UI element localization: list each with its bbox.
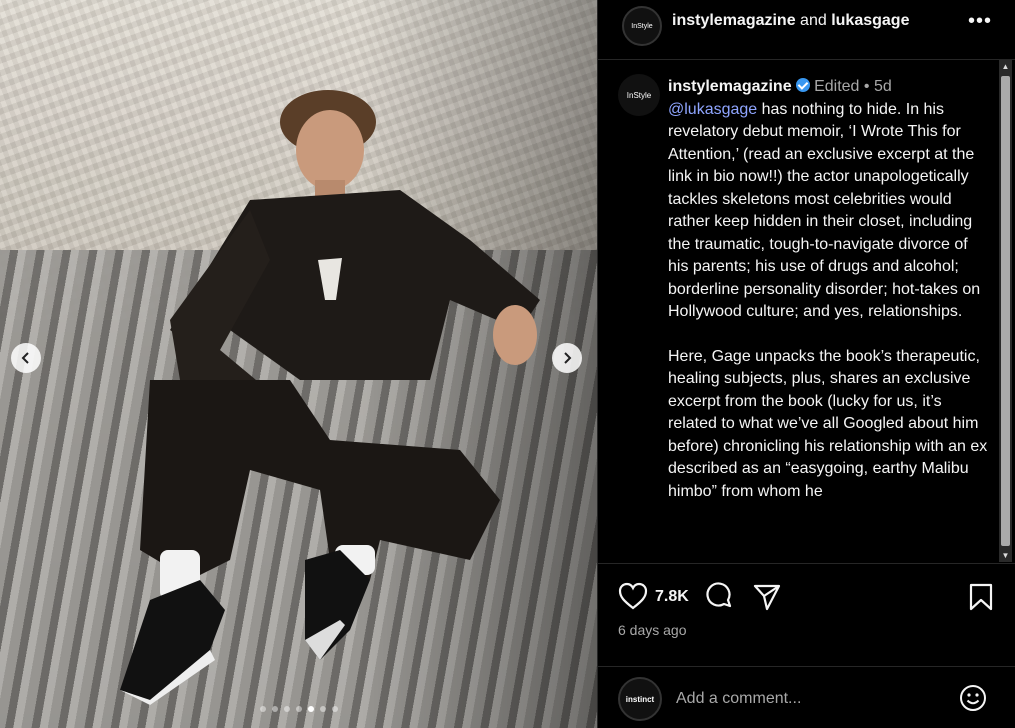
person-figure bbox=[120, 90, 540, 705]
mention-link[interactable]: @lukasgage bbox=[668, 101, 757, 118]
comment-bar: instinct bbox=[598, 666, 1015, 728]
caption-scrollbar[interactable]: ▲ ▼ bbox=[999, 60, 1012, 562]
post-age: 5d bbox=[873, 78, 892, 95]
carousel-dot bbox=[307, 706, 314, 712]
scrollbar-thumb[interactable] bbox=[1001, 76, 1010, 546]
chevron-right-icon bbox=[564, 352, 572, 364]
share-send-icon[interactable] bbox=[752, 582, 782, 612]
carousel-dot bbox=[271, 706, 278, 712]
caption-username[interactable]: instylemagazine bbox=[668, 78, 792, 95]
post-timestamp[interactable]: 6 days ago bbox=[618, 622, 687, 638]
scroll-down-icon[interactable]: ▼ bbox=[999, 549, 1012, 562]
comment-icon[interactable] bbox=[704, 582, 734, 612]
like-count[interactable]: 7.8K bbox=[655, 588, 689, 606]
next-image-button[interactable] bbox=[552, 343, 582, 373]
caption-text: instylemagazine Edited • 5d @lukasgage h… bbox=[668, 76, 988, 503]
edited-label: Edited bbox=[814, 78, 860, 95]
carousel-indicator bbox=[0, 706, 597, 712]
previous-image-button[interactable] bbox=[11, 343, 41, 373]
caption-paragraph-2: Here, Gage unpacks the book’s therapeuti… bbox=[668, 347, 988, 500]
current-user-avatar[interactable]: instinct bbox=[618, 677, 662, 721]
emoji-icon[interactable] bbox=[958, 683, 988, 713]
save-bookmark-icon[interactable] bbox=[968, 582, 994, 612]
action-bar: 7.8K bbox=[598, 563, 1015, 623]
like-heart-icon[interactable] bbox=[618, 582, 648, 610]
more-options-icon[interactable]: ••• bbox=[968, 10, 992, 33]
verified-badge-icon bbox=[795, 78, 810, 92]
caption-section: InStyle instylemagazine Edited • 5d @luk… bbox=[598, 60, 1015, 562]
carousel-dot bbox=[295, 706, 302, 712]
post-header: InStyle instylemagazine and lukasgage ••… bbox=[598, 0, 1015, 60]
carousel-dot bbox=[283, 706, 290, 712]
author-link[interactable]: instylemagazine bbox=[672, 12, 796, 29]
scroll-up-icon[interactable]: ▲ bbox=[999, 60, 1012, 73]
caption-paragraph-1: has nothing to hide. In his revelatory d… bbox=[668, 100, 981, 321]
carousel-dot bbox=[259, 706, 266, 712]
coauthor-link[interactable]: lukasgage bbox=[831, 12, 909, 29]
carousel-dot bbox=[331, 706, 338, 712]
author-avatar[interactable]: InStyle bbox=[622, 6, 662, 46]
caption-avatar[interactable]: InStyle bbox=[618, 74, 660, 116]
post-modal: InStyle instylemagazine and lukasgage ••… bbox=[0, 0, 1015, 728]
post-image[interactable] bbox=[0, 0, 597, 728]
comment-input[interactable] bbox=[674, 686, 948, 712]
post-side-panel: InStyle instylemagazine and lukasgage ••… bbox=[597, 0, 1015, 728]
carousel-dot bbox=[319, 706, 326, 712]
post-authors: instylemagazine and lukasgage bbox=[672, 12, 910, 29]
chevron-left-icon bbox=[21, 352, 29, 364]
